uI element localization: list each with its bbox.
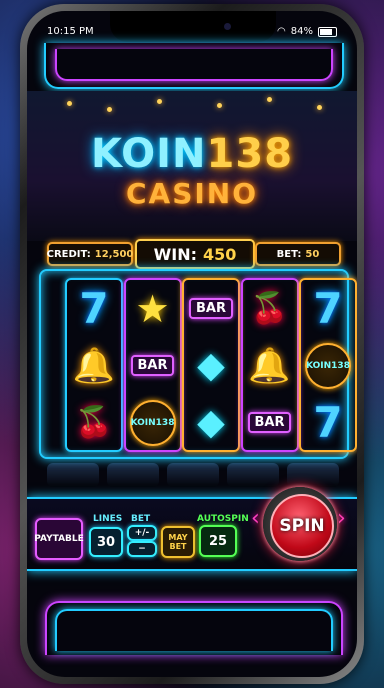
- bet-plus-button[interactable]: +/-: [127, 525, 157, 541]
- lines-value[interactable]: 30: [89, 527, 123, 557]
- bet-label: BET: [131, 514, 151, 524]
- reel-symbol: 7: [301, 394, 355, 451]
- credit-value: 12,500: [94, 248, 134, 260]
- reel-symbol: 7: [67, 280, 121, 337]
- reel-symbol: ◆: [184, 337, 238, 394]
- reel-symbol: BAR: [243, 394, 297, 451]
- bar-icon: BAR: [130, 355, 175, 376]
- max-bet-button[interactable]: MAY BET: [161, 526, 195, 558]
- reel-symbol: 7: [301, 280, 355, 337]
- bottom-neon-frame-inner: [55, 609, 333, 651]
- reel-3: BAR ◆ ◆: [182, 278, 240, 452]
- reel-symbol: BAR: [184, 280, 238, 337]
- reel-5: 7 KOIN138 7: [299, 278, 357, 452]
- bet-meter: BET: 50: [255, 242, 341, 266]
- logo-number: 138: [206, 131, 294, 177]
- logo-koin138: KOIN138: [27, 131, 357, 177]
- bell-icon: 🔔: [248, 345, 291, 386]
- credit-meter: CREDIT: 12,500: [47, 242, 133, 266]
- reel-2: ★ BAR KOIN138: [123, 278, 182, 452]
- spin-button[interactable]: SPIN: [270, 494, 334, 558]
- logo-casino: CASINO: [125, 177, 259, 210]
- battery-percent: 84%: [290, 26, 313, 37]
- chevron-right-icon: ›: [337, 506, 346, 531]
- reel-symbol: 🔔: [67, 337, 121, 394]
- battery-icon: [318, 26, 337, 37]
- lines-label: LINES: [93, 514, 123, 524]
- cherry-icon: 🍒: [250, 291, 289, 326]
- top-neon-frame-inner: [55, 49, 333, 81]
- paytable-button[interactable]: PAYTABLE: [34, 518, 84, 560]
- reel-symbol: ◆: [184, 394, 238, 451]
- seven-icon: 7: [313, 284, 343, 333]
- seven-icon: 7: [313, 398, 343, 447]
- status-time: 10:15 PM: [47, 26, 94, 37]
- cherry-icon: 🍒: [75, 405, 113, 440]
- bar-icon: BAR: [189, 298, 233, 319]
- reel-symbol: BAR: [126, 337, 180, 394]
- win-meter: WIN: 450: [135, 239, 255, 269]
- reel-symbol: 🍒: [67, 394, 121, 451]
- wifi-icon: ◠: [277, 26, 286, 37]
- koin-icon: KOIN138: [305, 342, 351, 389]
- bar-icon: BAR: [247, 412, 292, 433]
- chevron-left-icon: ‹: [251, 506, 260, 531]
- reel-reflection: [47, 463, 339, 487]
- logo-koin: KOIN: [90, 131, 207, 177]
- bell-icon: 🔔: [72, 345, 116, 386]
- win-value: 450: [202, 244, 237, 264]
- reel-1: 7 🔔 🍒: [65, 278, 123, 452]
- bet-minus-button[interactable]: −: [127, 541, 157, 557]
- autospin-value[interactable]: 25: [199, 525, 237, 557]
- autospin-label: AUTOSPIN: [197, 514, 249, 524]
- reel-symbol: KOIN138: [301, 337, 355, 394]
- reel-4: 🍒 🔔 BAR: [240, 278, 299, 452]
- reel-symbol: ★: [126, 280, 180, 337]
- reel-symbol: 🍒: [243, 280, 297, 337]
- reel-symbol: KOIN138: [126, 394, 180, 451]
- bet-value: 50: [305, 248, 320, 260]
- seven-icon: 7: [79, 284, 109, 333]
- koin-icon: KOIN138: [129, 399, 176, 446]
- diamond-icon: ◆: [197, 345, 225, 386]
- star-icon: ★: [135, 286, 170, 331]
- diamond-icon: ◆: [197, 402, 225, 443]
- reel-symbol: 🔔: [243, 337, 297, 394]
- phone-screen: 10:15 PM ◠ 84% KOIN138 CASINO CREDIT: 12,…: [27, 11, 357, 677]
